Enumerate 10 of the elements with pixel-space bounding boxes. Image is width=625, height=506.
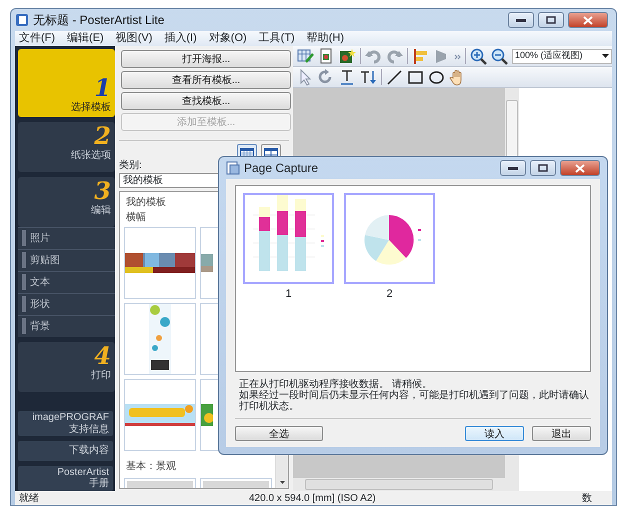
group-heading: 基本：景观 — [126, 460, 177, 474]
page-number: 2 — [386, 287, 393, 302]
window-title: 无标题 - PosterArtist Lite — [33, 12, 164, 29]
page-size-text: 420.0 x 594.0 [mm] (ISO A2) — [249, 492, 376, 506]
category-label: 类别: — [119, 158, 142, 173]
status-text: 就绪 — [19, 492, 39, 506]
num-lock-indicator: 数 — [582, 492, 592, 506]
page-number: 1 — [285, 287, 292, 302]
message-text: 正在从打印机驱动程序接收数据。 请稍候。 — [239, 379, 432, 390]
message-text: 如果经过一段时间后仍未显示任何内容，可能是打印机遇到了问题，此时请确认打印机状态。 — [239, 390, 590, 412]
